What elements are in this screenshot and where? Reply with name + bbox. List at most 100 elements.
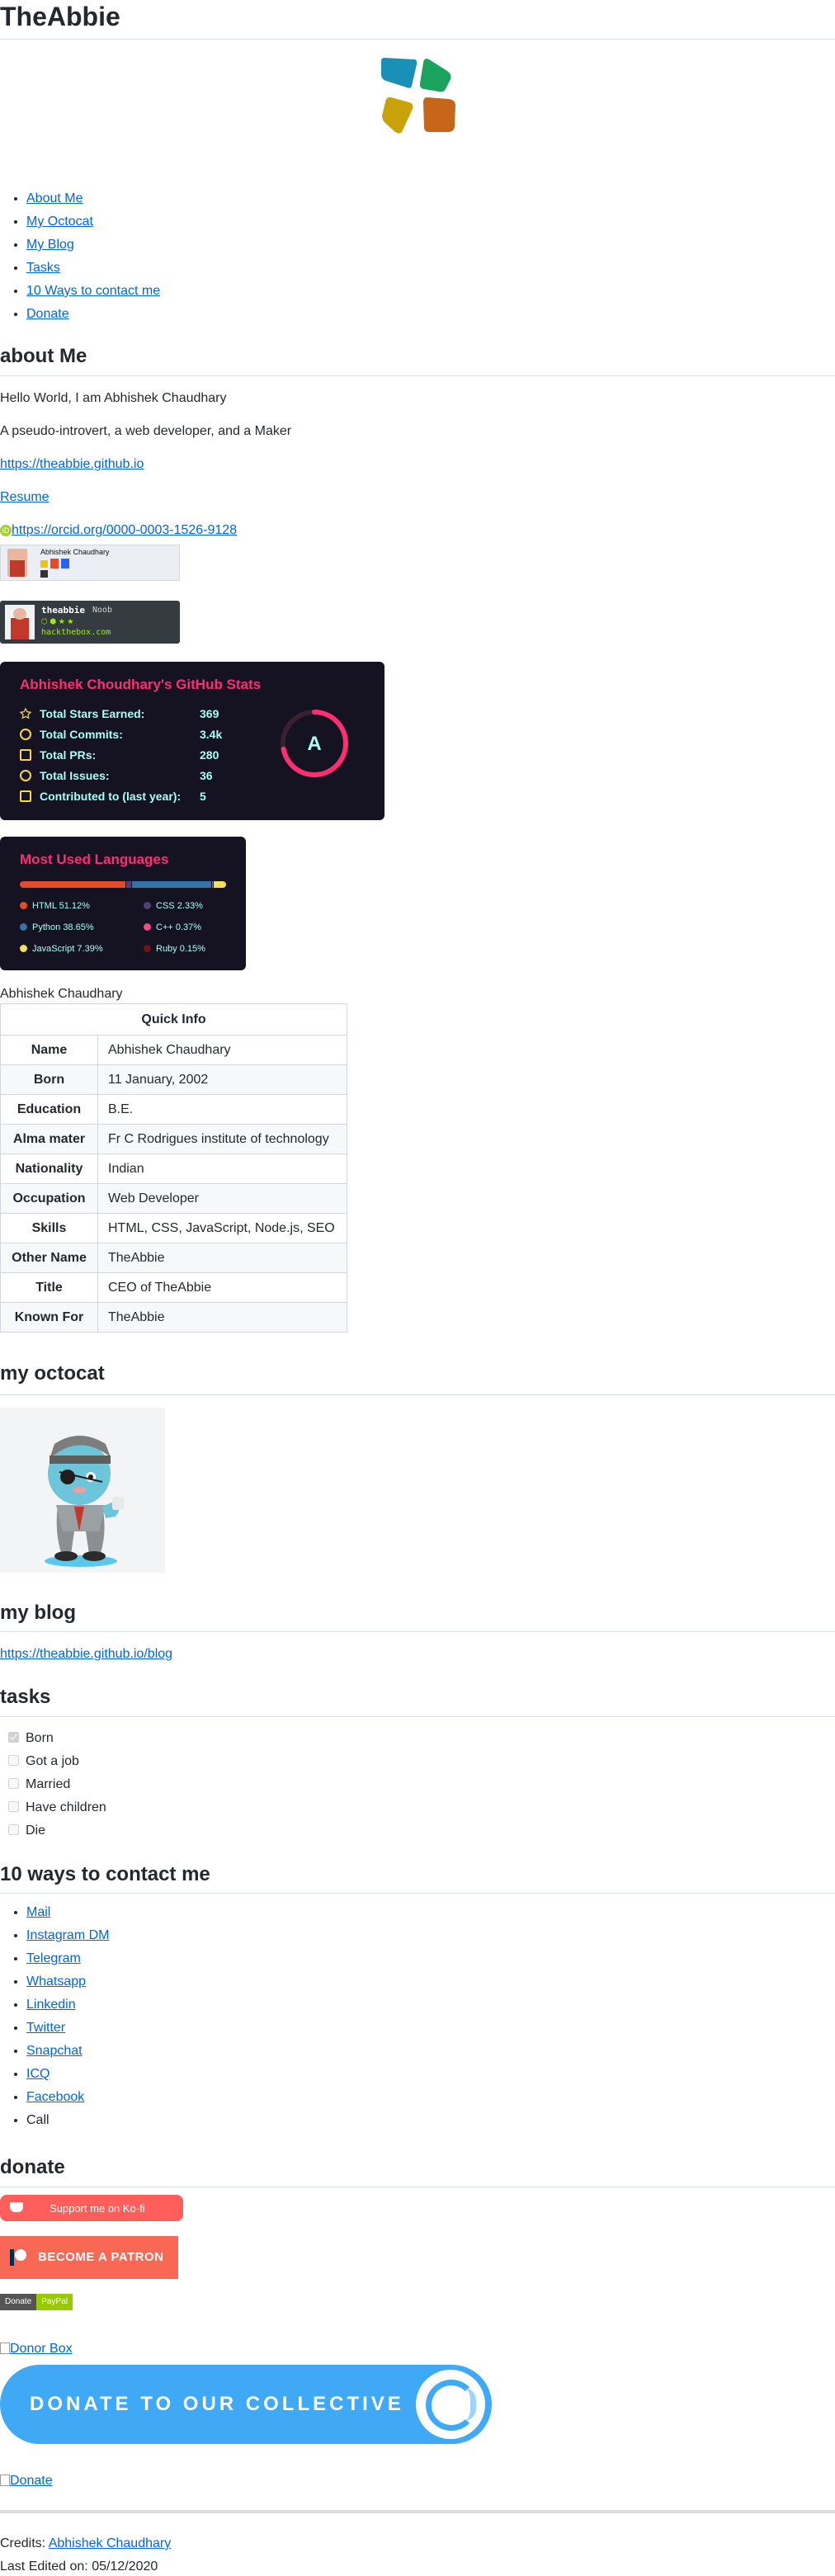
site-title: TheAbbie [0,2,120,31]
nav-link-tasks[interactable]: Tasks [26,261,60,275]
star-icon [19,707,32,719]
patreon-label: BECOME A PATRON [38,2250,164,2264]
donorbox-image[interactable]: Donor Box [0,2340,73,2358]
website-link[interactable]: https://theabbie.github.io [0,457,144,471]
language-item: Ruby 0.15% [144,944,205,954]
contact-link-instagram[interactable]: Instagram DM [26,1928,109,1942]
nav-link-contact[interactable]: 10 Ways to contact me [26,284,160,298]
table-row: Skills HTML, CSS, JavaScript, Node.js, SE… [0,1213,347,1243]
task-checkbox[interactable] [8,1732,19,1743]
task-item: Got a job [8,1753,79,1771]
blog-divider [0,1631,835,1632]
nav-link-my-blog[interactable]: My Blog [26,238,74,252]
opencollective-button[interactable]: DONATE TO OUR COLLECTIVE [0,2365,492,2444]
nav-item: About Me [26,187,160,210]
task-checkbox[interactable] [8,1778,19,1789]
broken-image-icon [0,2342,10,2354]
stat-value-issues: 36 [200,769,213,782]
contact-link-facebook[interactable]: Facebook [26,2090,84,2104]
paypal-badge-right: PayPal [36,2294,73,2310]
task-checkbox[interactable] [8,1801,19,1812]
footer-divider [0,2510,835,2513]
nav-link-my-octocat[interactable]: My Octocat [26,215,93,229]
blog-title: my blog [0,1602,77,1624]
table-row: Name Abhishek Chaudhary [0,1035,347,1065]
grade-letter: A [307,733,321,755]
octocat-title: my octocat [0,1362,105,1385]
htb-site: hackthebox.com [41,628,111,637]
task-item: Born [8,1729,54,1748]
top-languages-card: Most Used Languages HTML 51.12% CSS 2.33… [0,837,246,970]
language-dot [144,902,151,909]
language-item: JavaScript 7.39% [20,944,103,954]
contact-link-mail[interactable]: Mail [26,1905,50,1919]
hackthebox-badge[interactable]: theabbie Noob ⬡ ⬢ ★ ★ hackthebox.com [0,601,180,644]
blog-link[interactable]: https://theabbie.github.io/blog [0,1647,172,1661]
contact-item: Snapchat [26,2040,109,2063]
contact-item: Whatsapp [26,1970,109,1993]
contact-link-twitter[interactable]: Twitter [26,2021,65,2035]
nav-link-about-me[interactable]: About Me [26,191,83,205]
quick-info-caption: Quick Info [0,1003,347,1036]
nav-link-donate[interactable]: Donate [26,307,69,321]
contact-item: Mail [26,1901,109,1924]
language-dot [20,902,27,909]
stat-label-commits: Total Commits: [40,728,123,741]
contact-link-icq[interactable]: ICQ [26,2067,50,2081]
octocat-image [0,1408,165,1573]
nav-list: About Me My Octocat My Blog Tasks 10 Way… [0,187,160,326]
github-stats-card: Abhishek Choudhary's GitHub Stats Total … [0,662,384,820]
patreon-circle-icon [15,2249,26,2261]
patreon-button[interactable]: BECOME A PATRON [0,2236,178,2279]
table-row: Born 11 January, 2002 [0,1064,347,1095]
contact-item: Facebook [26,2086,109,2109]
contact-divider [0,1893,835,1894]
orcid-row: iD https://orcid.org/0000-0003-1526-9128 [0,521,237,540]
task-checkbox[interactable] [8,1755,19,1766]
theabbie-logo [381,58,455,134]
language-dot [20,923,27,931]
about-title: about Me [0,345,87,367]
contact-link-telegram[interactable]: Telegram [26,1951,81,1965]
contact-item: Instagram DM [26,1924,109,1947]
languages-title: Most Used Languages [20,852,169,867]
credits-link[interactable]: Abhishek Chaudhary [49,2536,172,2550]
contact-title: 10 ways to contact me [0,1863,210,1885]
about-tagline: A pseudo-introvert, a web developer, and… [0,424,292,438]
task-checkbox[interactable] [8,1824,19,1835]
github-stats-title: Abhishek Choudhary's GitHub Stats [20,677,262,692]
resume-link[interactable]: Resume [0,490,50,504]
nav-item: Tasks [26,257,160,280]
opencollective-logo-icon [416,2370,485,2439]
language-bar-segment [20,881,125,888]
stackoverflow-flair[interactable]: Abhishek Chaudhary [0,545,180,581]
flair-name: Abhishek Chaudhary [40,548,110,556]
table-row: Alma mater Fr C Rodrigues institute of te… [0,1124,347,1154]
tasks-title: tasks [0,1686,51,1708]
kofi-button[interactable]: Support me on Ko-fi [0,2195,183,2221]
contact-link-snapchat[interactable]: Snapchat [26,2044,83,2058]
stat-label-prs: Total PRs: [40,748,97,762]
contact-list: Mail Instagram DM Telegram Whatsapp Link… [0,1901,109,2132]
stat-value-stars: 369 [200,707,219,720]
table-row: Other Name TheAbbie [0,1243,347,1273]
contact-link-whatsapp[interactable]: Whatsapp [26,1974,86,1989]
stat-label-issues: Total Issues: [40,769,110,782]
contact-link-linkedin[interactable]: Linkedin [26,1998,76,2012]
donate-image[interactable]: Donate [0,2472,53,2490]
htb-stats-icons: ⬡ ⬢ ★ ★ [41,617,74,625]
paypal-badge[interactable]: Donate PayPal [0,2294,73,2310]
language-bar-segment [213,881,226,888]
task-item: Die [8,1822,45,1840]
language-dot [144,945,151,952]
flair-tag-icons [40,559,75,580]
language-dot [144,923,151,931]
htb-username: theabbie [41,605,85,616]
donorbox-link[interactable]: Donor Box [10,2342,73,2356]
kofi-label: Support me on Ko-fi [50,2202,145,2215]
task-item: Married [8,1776,70,1794]
orcid-link[interactable]: https://orcid.org/0000-0003-1526-9128 [12,523,237,537]
table-row: Known For TheAbbie [0,1302,347,1333]
footer-credits: Credits: Abhishek Chaudhary [0,2535,171,2553]
donate-link[interactable]: Donate [10,2474,53,2488]
